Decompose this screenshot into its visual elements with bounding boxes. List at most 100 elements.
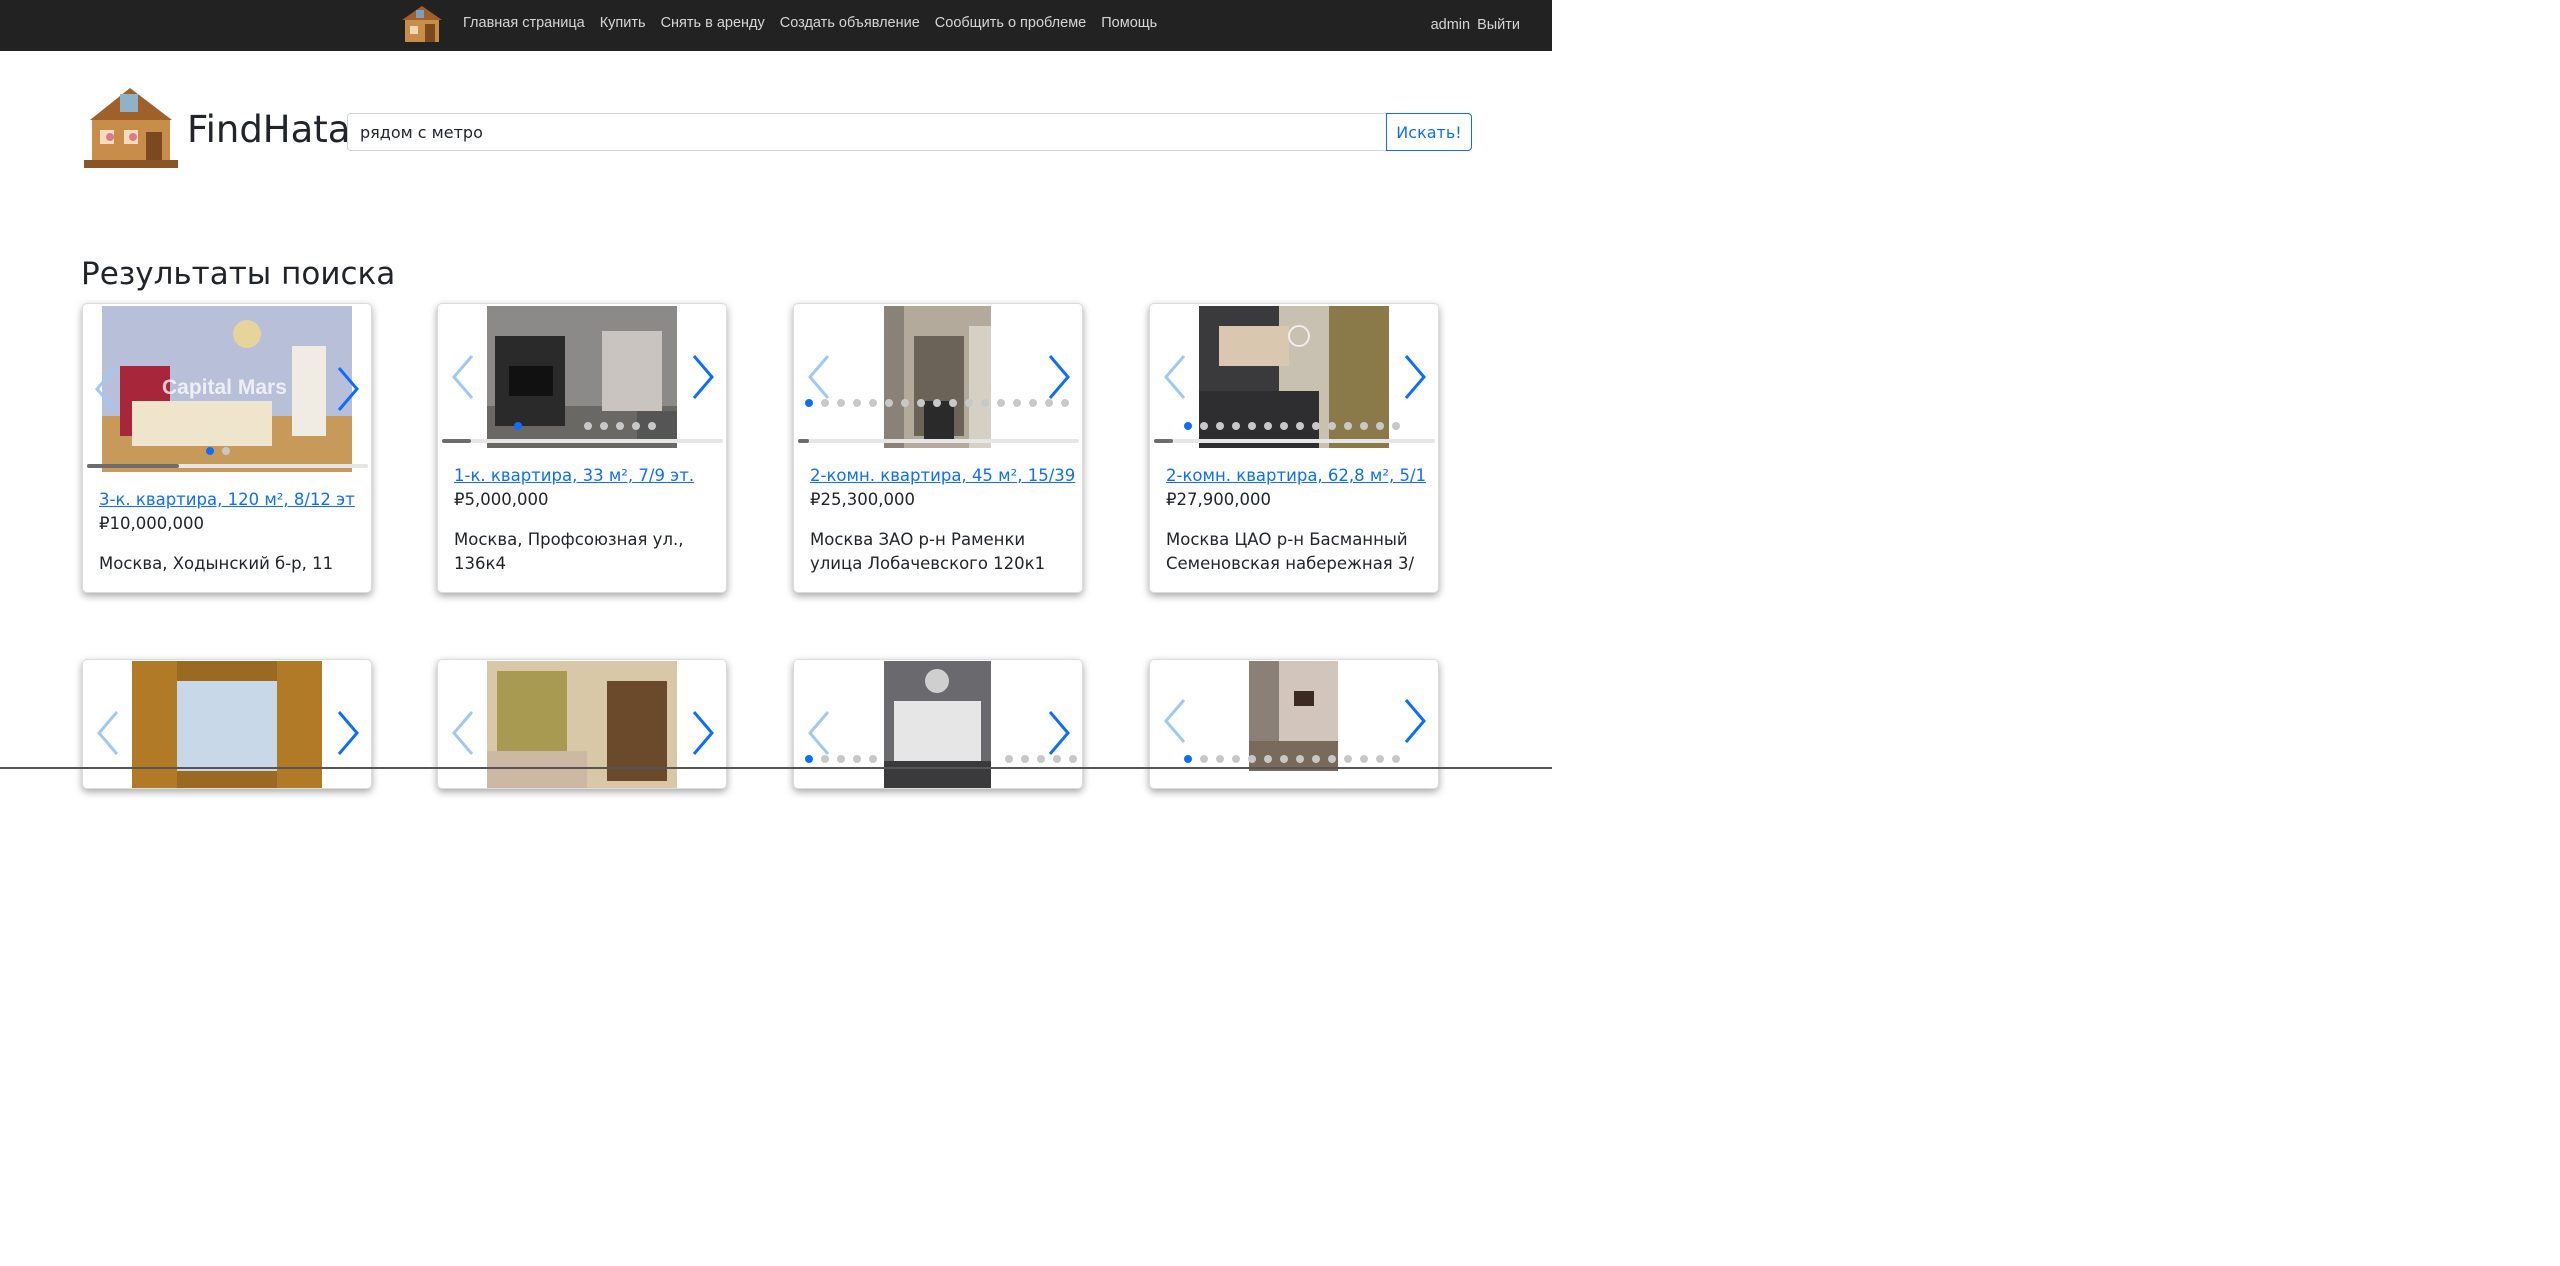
carousel-next-arrow-icon[interactable]: [1400, 696, 1430, 746]
carousel-prev-arrow-icon[interactable]: [804, 352, 834, 402]
logout-link[interactable]: Выйти: [1477, 17, 1520, 33]
carousel-dot[interactable]: [853, 399, 861, 407]
carousel-prev-arrow-icon[interactable]: [448, 352, 478, 402]
listing-title-link[interactable]: 2-комн. квартира, 62,8 м², 5/1: [1166, 466, 1426, 485]
carousel-dot[interactable]: [1280, 422, 1288, 430]
listing-title-link[interactable]: 1-к. квартира, 33 м², 7/9 эт.: [454, 466, 694, 485]
carousel-prev-arrow-icon[interactable]: [1160, 696, 1190, 746]
carousel-dot[interactable]: [1344, 755, 1352, 763]
carousel-dot[interactable]: [1069, 755, 1077, 763]
carousel-dot[interactable]: [1344, 422, 1352, 430]
carousel-dot[interactable]: [965, 399, 973, 407]
carousel-dot[interactable]: [616, 422, 624, 430]
carousel-dot[interactable]: [1360, 422, 1368, 430]
carousel-dot[interactable]: [1200, 422, 1208, 430]
carousel-next-arrow-icon[interactable]: [1400, 352, 1430, 402]
carousel-dot[interactable]: [997, 399, 1005, 407]
carousel-prev-arrow-icon[interactable]: [804, 708, 834, 758]
carousel-dot[interactable]: [981, 399, 989, 407]
carousel-dot[interactable]: [514, 422, 522, 430]
carousel-dot[interactable]: [1392, 422, 1400, 430]
carousel-dot[interactable]: [1021, 755, 1029, 763]
carousel-dot[interactable]: [1392, 755, 1400, 763]
brand-name[interactable]: FindHata: [187, 108, 350, 151]
carousel-dot[interactable]: [1184, 755, 1192, 763]
carousel-dot[interactable]: [1184, 422, 1192, 430]
carousel-dot[interactable]: [1005, 755, 1013, 763]
carousel-dot[interactable]: [821, 399, 829, 407]
carousel-dot[interactable]: [222, 447, 230, 455]
carousel-dot[interactable]: [1248, 755, 1256, 763]
carousel-dot[interactable]: [1248, 422, 1256, 430]
carousel-dot[interactable]: [917, 399, 925, 407]
carousel-dot[interactable]: [206, 447, 214, 455]
carousel-dot[interactable]: [885, 399, 893, 407]
carousel-dot[interactable]: [901, 399, 909, 407]
carousel-dot[interactable]: [933, 399, 941, 407]
carousel-dot[interactable]: [869, 755, 877, 763]
carousel-dot[interactable]: [949, 399, 957, 407]
carousel-next-arrow-icon[interactable]: [333, 708, 363, 758]
carousel-dot[interactable]: [1037, 755, 1045, 763]
carousel-next-arrow-icon[interactable]: [333, 364, 363, 414]
carousel-dot[interactable]: [1232, 422, 1240, 430]
carousel-dot[interactable]: [1376, 422, 1384, 430]
carousel-dot[interactable]: [805, 399, 813, 407]
carousel-dot[interactable]: [1029, 399, 1037, 407]
carousel-dot[interactable]: [1328, 755, 1336, 763]
carousel-dot[interactable]: [632, 422, 640, 430]
carousel-dot[interactable]: [821, 755, 829, 763]
carousel-dot[interactable]: [584, 422, 592, 430]
carousel-prev-arrow-icon[interactable]: [1160, 352, 1190, 402]
nav-link-create-listing[interactable]: Создать объявление: [780, 15, 920, 31]
carousel-dot[interactable]: [837, 399, 845, 407]
carousel-dot[interactable]: [1061, 399, 1069, 407]
carousel-dot[interactable]: [805, 755, 813, 763]
carousel-dot[interactable]: [1280, 755, 1288, 763]
carousel-next-arrow-icon[interactable]: [688, 352, 718, 402]
listing-title-link[interactable]: 3-к. квартира, 120 м², 8/12 эт: [99, 490, 355, 509]
search-input[interactable]: [347, 113, 1387, 151]
carousel-dot[interactable]: [1264, 422, 1272, 430]
carousel-dot[interactable]: [869, 399, 877, 407]
nav-link-rent[interactable]: Снять в аренду: [661, 15, 765, 31]
carousel-dot[interactable]: [1328, 422, 1336, 430]
listing-photo[interactable]: [884, 661, 991, 788]
carousel-dot[interactable]: [1296, 422, 1304, 430]
carousel-dot[interactable]: [1045, 399, 1053, 407]
search-button[interactable]: Искать!: [1386, 113, 1472, 151]
carousel-dot[interactable]: [1200, 755, 1208, 763]
carousel-prev-arrow-icon[interactable]: [91, 364, 121, 414]
carousel-next-arrow-icon[interactable]: [1044, 708, 1074, 758]
username-link[interactable]: admin: [1431, 17, 1471, 33]
carousel-dot[interactable]: [1312, 755, 1320, 763]
carousel-dot[interactable]: [1376, 755, 1384, 763]
carousel-dot[interactable]: [1053, 755, 1061, 763]
listing-photo[interactable]: [487, 661, 677, 788]
carousel-dot[interactable]: [1013, 399, 1021, 407]
carousel-dot[interactable]: [1360, 755, 1368, 763]
carousel-dots: [1184, 755, 1408, 763]
carousel-dot[interactable]: [853, 755, 861, 763]
carousel-dot[interactable]: [648, 422, 656, 430]
carousel-dot[interactable]: [1296, 755, 1304, 763]
carousel-dot[interactable]: [837, 755, 845, 763]
carousel-dot[interactable]: [1264, 755, 1272, 763]
carousel-prev-arrow-icon[interactable]: [448, 708, 478, 758]
carousel-dot[interactable]: [1216, 422, 1224, 430]
listing-photo[interactable]: [132, 661, 322, 788]
nav-link-home[interactable]: Главная страница: [463, 15, 585, 31]
nav-link-report-problem[interactable]: Сообщить о проблеме: [935, 15, 1086, 31]
carousel-next-arrow-icon[interactable]: [1044, 352, 1074, 402]
carousel-dot[interactable]: [1312, 422, 1320, 430]
nav-link-buy[interactable]: Купить: [600, 15, 646, 31]
listing-title-link[interactable]: 2-комн. квартира, 45 м², 15/39: [810, 466, 1075, 485]
nav-link-help[interactable]: Помощь: [1101, 15, 1157, 31]
house-logo-icon[interactable]: [398, 2, 446, 48]
carousel-dot[interactable]: [1232, 755, 1240, 763]
listing-photo[interactable]: [884, 306, 991, 448]
carousel-dot[interactable]: [600, 422, 608, 430]
carousel-dot[interactable]: [1216, 755, 1224, 763]
carousel-prev-arrow-icon[interactable]: [93, 708, 123, 758]
carousel-next-arrow-icon[interactable]: [688, 708, 718, 758]
